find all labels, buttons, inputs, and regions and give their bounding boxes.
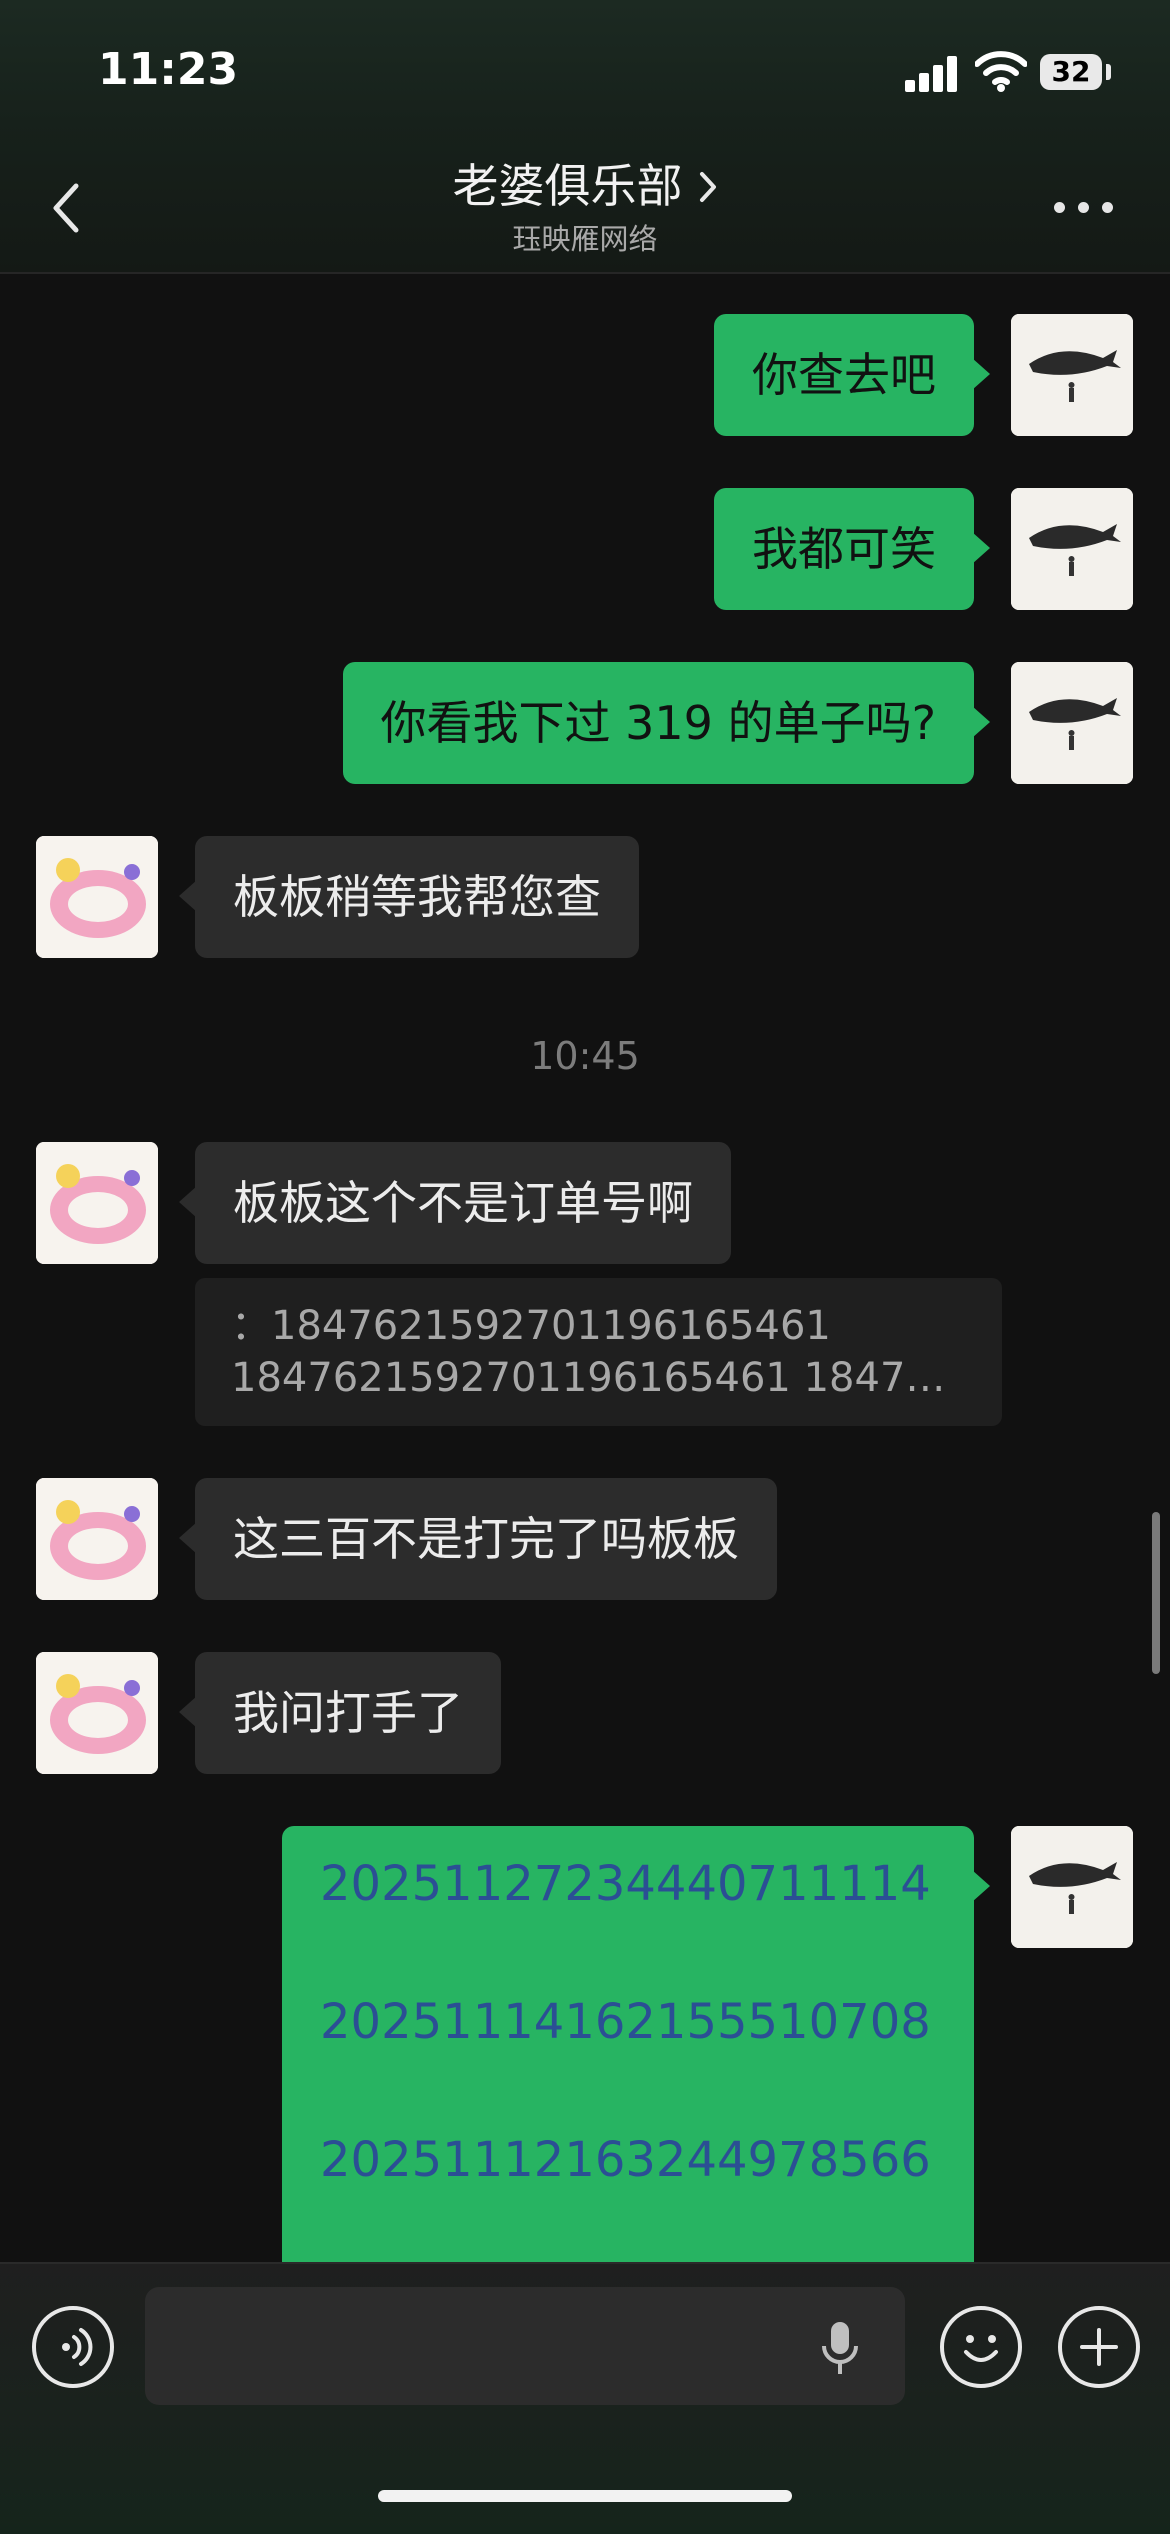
message-bubble-mine[interactable]: 我都可笑 bbox=[714, 488, 990, 610]
home-indicator[interactable] bbox=[378, 2490, 792, 2502]
my-avatar[interactable] bbox=[1011, 1826, 1133, 1948]
order-number-link[interactable]: 20251127234440711114 bbox=[320, 1856, 931, 1912]
cartoon-avatar-icon bbox=[36, 1142, 158, 1264]
message-bubble-contact[interactable]: 板板稍等我帮您查 bbox=[179, 836, 639, 958]
message-input[interactable] bbox=[145, 2287, 905, 2405]
message-bubble-mine[interactable]: 你查去吧 bbox=[714, 314, 990, 436]
quote-line: ：1847621592701196165461 bbox=[231, 1303, 831, 1349]
order-number-link[interactable]: 20251114162155510708 bbox=[320, 1994, 931, 2050]
message-bubble-mine-orders[interactable]: 20251127234440711114 2025111416215551070… bbox=[282, 1826, 990, 2266]
my-avatar[interactable] bbox=[1011, 662, 1133, 784]
cartoon-avatar-icon bbox=[36, 1478, 158, 1600]
battery-level: 32 bbox=[1040, 54, 1102, 90]
contact-avatar[interactable] bbox=[36, 1142, 158, 1264]
chevron-right-icon bbox=[699, 172, 716, 202]
status-time: 11:23 bbox=[98, 44, 239, 95]
whale-avatar-icon bbox=[1011, 488, 1133, 610]
contact-avatar[interactable] bbox=[36, 836, 158, 958]
contact-avatar[interactable] bbox=[36, 1478, 158, 1600]
quoted-message[interactable]: ：1847621592701196165461 1847621592701196… bbox=[195, 1278, 1002, 1426]
whale-avatar-icon bbox=[1011, 314, 1133, 436]
my-avatar[interactable] bbox=[1011, 488, 1133, 610]
emoji-icon bbox=[964, 2335, 998, 2362]
cellular-signal-icon bbox=[905, 56, 957, 92]
chat-scrollbar[interactable] bbox=[1152, 1512, 1160, 1674]
battery-icon bbox=[1106, 64, 1111, 80]
message-bubble-contact[interactable]: 这三百不是打完了吗板板 bbox=[179, 1478, 777, 1600]
message-bubble-contact[interactable]: 板板这个不是订单号啊 bbox=[179, 1142, 731, 1264]
whale-avatar-icon bbox=[1011, 1826, 1133, 1948]
voice-icon bbox=[62, 2328, 93, 2366]
my-avatar[interactable] bbox=[1011, 314, 1133, 436]
more-button[interactable] bbox=[1054, 190, 1114, 220]
cartoon-avatar-icon bbox=[36, 1652, 158, 1774]
voice-button[interactable] bbox=[32, 2306, 114, 2388]
cartoon-avatar-icon bbox=[36, 836, 158, 958]
page-title: 老婆俱乐部 bbox=[452, 159, 683, 213]
mic-icon[interactable] bbox=[820, 2318, 860, 2378]
message-bubble-contact[interactable]: 我问打手了 bbox=[179, 1652, 501, 1774]
order-number-link[interactable]: 20251112163244978566 bbox=[320, 2132, 931, 2188]
plus-icon bbox=[1080, 2328, 1118, 2366]
quote-line: 1847621592701196165461 184762... bbox=[231, 1355, 966, 1401]
emoji-button[interactable] bbox=[940, 2306, 1022, 2388]
message-timestamp: 10:45 bbox=[530, 1034, 640, 1078]
plus-button[interactable] bbox=[1058, 2306, 1140, 2388]
contact-avatar[interactable] bbox=[36, 1652, 158, 1774]
header-divider bbox=[0, 272, 1170, 274]
wifi-icon bbox=[975, 51, 1027, 92]
whale-avatar-icon bbox=[1011, 662, 1133, 784]
message-bubble-mine[interactable]: 你看我下过 319 的单子吗? bbox=[342, 662, 991, 784]
page-subtitle: 珏映雁网络 bbox=[512, 222, 658, 256]
chat-title[interactable]: 老婆俱乐部 bbox=[0, 150, 1170, 216]
